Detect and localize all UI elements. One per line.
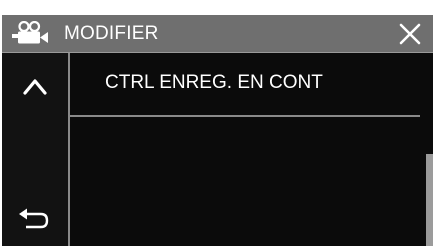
side-navigation	[2, 53, 70, 246]
menu-list: CTRL ENREG. EN CONT	[70, 53, 422, 246]
menu-item-label: CTRL ENREG. EN CONT	[105, 72, 323, 93]
menu-item-continuous-recording-control[interactable]: CTRL ENREG. EN CONT	[70, 53, 420, 117]
page-title: MODIFIER	[64, 23, 159, 44]
chevron-up-icon	[23, 79, 47, 95]
return-arrow-icon	[19, 208, 49, 229]
menu-screen: MODIFIER CTRL ENREG. EN CONT	[2, 15, 433, 246]
scroll-up-button[interactable]	[2, 53, 68, 117]
video-camera-icon	[12, 21, 48, 44]
back-button[interactable]	[2, 193, 68, 246]
close-icon[interactable]	[395, 19, 425, 49]
header-bar: MODIFIER	[2, 15, 433, 53]
scrollbar-thumb[interactable]	[426, 154, 433, 246]
